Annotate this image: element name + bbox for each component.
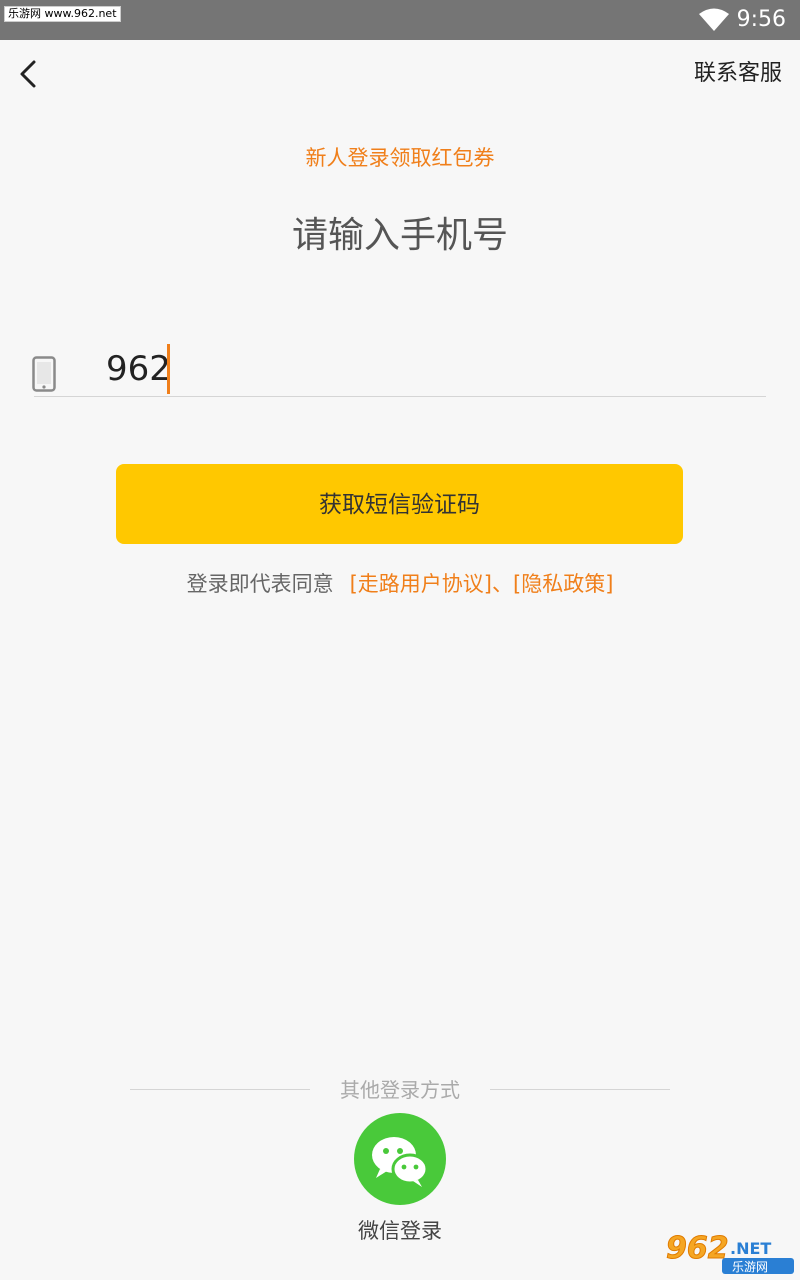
- text-cursor: [167, 344, 170, 394]
- wechat-icon: [372, 1137, 429, 1187]
- phone-number-input[interactable]: 962: [34, 340, 766, 397]
- wechat-login-button[interactable]: [354, 1113, 446, 1205]
- status-bar: 乐游网 www.962.net 9:56: [0, 0, 800, 40]
- get-sms-code-button[interactable]: 获取短信验证码: [116, 464, 683, 544]
- page-title: 请输入手机号: [291, 215, 508, 256]
- back-button[interactable]: [10, 54, 50, 94]
- wechat-login-label: 微信登录: [358, 1219, 442, 1243]
- divider-left: [130, 1089, 310, 1090]
- watermark-logo: 962 .NET 乐游网: [660, 1230, 796, 1276]
- contact-service-link[interactable]: 联系客服: [694, 58, 782, 90]
- agreement-separator: 、: [492, 572, 513, 596]
- user-agreement-link[interactable]: [走路用户协议]: [350, 572, 492, 596]
- divider-right: [490, 1089, 670, 1090]
- promo-text: 新人登录领取红包券: [305, 146, 495, 170]
- svg-text:乐游网: 乐游网: [732, 1260, 768, 1274]
- wifi-icon: [699, 8, 729, 31]
- agreement-line: 登录即代表同意 [走路用户协议]、[隐私政策]: [0, 566, 800, 602]
- watermark-badge: 乐游网 www.962.net: [4, 6, 121, 22]
- status-time: 9:56: [736, 7, 786, 32]
- phone-number-value: 962: [106, 349, 171, 389]
- svg-text:962: 962: [666, 1231, 729, 1266]
- privacy-policy-link[interactable]: [隐私政策]: [513, 572, 613, 596]
- chevron-left-icon: [20, 60, 36, 88]
- svg-text:.NET: .NET: [730, 1239, 771, 1258]
- other-login-label: 其他登录方式: [340, 1078, 460, 1102]
- agreement-prefix: 登录即代表同意: [186, 572, 334, 596]
